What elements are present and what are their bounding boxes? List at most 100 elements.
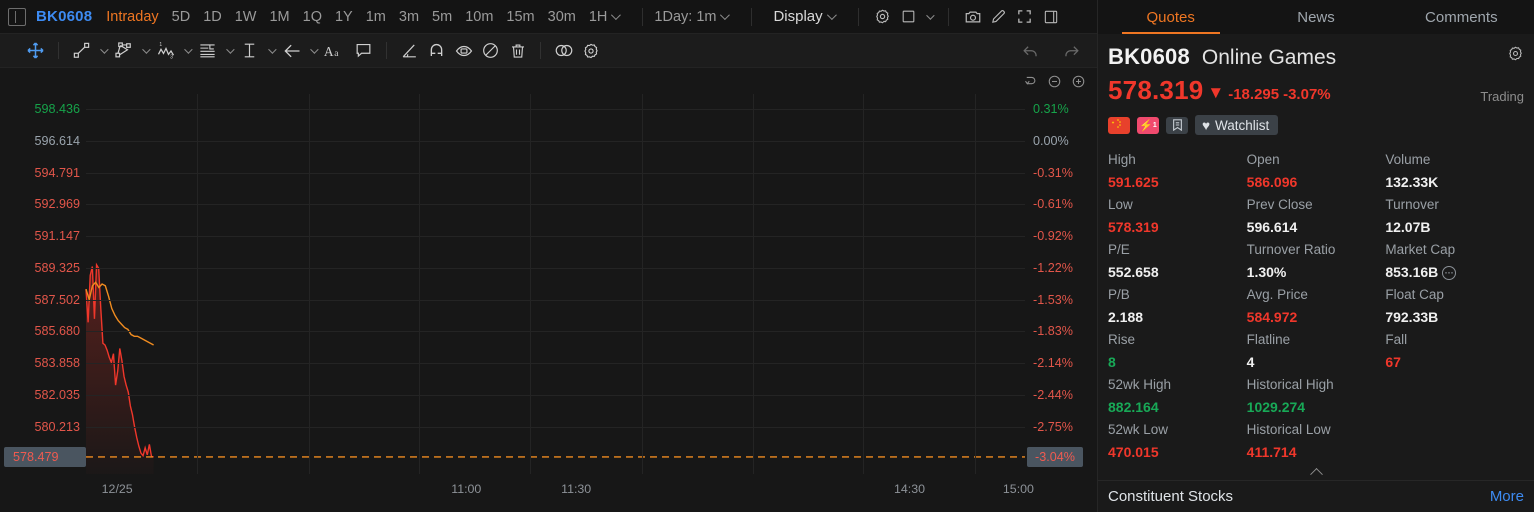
pct-axis-tick: -2.14% — [1033, 356, 1073, 371]
stat-value-low: 578.319 — [1108, 219, 1159, 235]
x-axis-tick: 11:30 — [561, 482, 592, 496]
stat-label-low: Low — [1108, 197, 1133, 212]
visibility-lock-icon[interactable] — [450, 38, 477, 64]
wave-icon[interactable]: 1 3 — [152, 38, 179, 64]
price-area-fill — [86, 264, 154, 474]
timeframe-1m[interactable]: 1M — [269, 9, 289, 25]
magnet-icon[interactable] — [423, 38, 450, 64]
chevron-down-icon — [611, 10, 622, 21]
change-percent: -3.07% — [1283, 86, 1331, 103]
timeframe-15m[interactable]: 15m — [506, 9, 534, 25]
chart-canvas[interactable]: 598.436 596.614 594.791 592.969 591.147 589.3… — [0, 68, 1097, 512]
price-row: 578.319 ▼ -18.295 -3.07% Trading — [1108, 75, 1524, 106]
china-flag-icon — [1108, 116, 1130, 134]
plot-region[interactable] — [86, 94, 1025, 474]
tools-settings-icon[interactable] — [577, 38, 604, 64]
svg-text:A: A — [324, 44, 334, 59]
y-axis-tick: 587.502 — [34, 292, 80, 307]
timeframe-1w[interactable]: 1W — [235, 9, 257, 25]
price-line-chart — [86, 94, 1025, 474]
undo-redo-group — [1017, 34, 1085, 68]
fullscreen-icon[interactable] — [1012, 4, 1038, 30]
y-axis-tick: 589.325 — [34, 260, 80, 275]
display-dropdown[interactable]: Display — [773, 8, 837, 25]
zoom-out-icon[interactable] — [1046, 73, 1063, 90]
settings-gear-icon[interactable] — [870, 4, 896, 30]
timeframe-1y[interactable]: 1Y — [335, 9, 353, 25]
timeframe-1d[interactable]: 1D — [203, 9, 222, 25]
stat-value-fall: 67 — [1385, 354, 1401, 370]
chart-zoom-controls — [1022, 73, 1087, 90]
text-lines-icon[interactable] — [194, 38, 221, 64]
arrow-left-icon[interactable] — [278, 38, 305, 64]
trend-line-icon[interactable] — [68, 38, 95, 64]
text-lines-chevron[interactable] — [221, 38, 236, 64]
gridline-horizontal — [86, 172, 1025, 174]
timeframe-10m[interactable]: 10m — [465, 9, 493, 25]
gear-icon[interactable] — [1507, 45, 1524, 67]
polyline-chevron[interactable] — [137, 38, 152, 64]
stat-label-empty — [1385, 418, 1524, 441]
zoom-in-icon[interactable] — [1070, 73, 1087, 90]
stat-value-p-e: 552.658 — [1108, 264, 1159, 280]
level1-bolt-icon[interactable]: ⚡ 1 — [1137, 116, 1159, 134]
trend-line-chevron[interactable] — [95, 38, 110, 64]
x-axis-tick: 14:30 — [893, 482, 926, 496]
hour-dropdown[interactable]: 1H — [588, 8, 622, 25]
trash-icon[interactable] — [504, 38, 531, 64]
watchlist-button[interactable]: ♥ Watchlist — [1195, 115, 1279, 135]
crosshair-move-icon[interactable] — [22, 38, 49, 64]
tab-quotes[interactable]: Quotes — [1098, 0, 1243, 34]
more-link[interactable]: More — [1490, 488, 1524, 505]
chart-type-chevron[interactable] — [922, 4, 937, 30]
timeframe-1m[interactable]: 1m — [366, 9, 386, 25]
redo-icon[interactable] — [1058, 38, 1085, 64]
tab-comments[interactable]: Comments — [1389, 0, 1534, 34]
panel-left-icon[interactable] — [8, 7, 26, 26]
gridline-horizontal — [86, 109, 1025, 111]
undo-icon[interactable] — [1017, 38, 1044, 64]
comment-icon[interactable] — [350, 38, 377, 64]
stat-value-high: 591.625 — [1108, 174, 1159, 190]
arrow-left-chevron[interactable] — [305, 38, 320, 64]
symbol-code: BK0608 — [1108, 44, 1190, 69]
vertical-range-icon[interactable] — [236, 38, 263, 64]
chevron-up-icon[interactable] — [1108, 463, 1524, 481]
timeframe-5d[interactable]: 5D — [172, 9, 191, 25]
stat-value-52wk-high: 882.164 — [1108, 399, 1159, 415]
drawing-toolbar: 1 3 A a — [0, 34, 1097, 68]
timeframe-30m[interactable]: 30m — [548, 9, 576, 25]
chevron-down-icon — [826, 10, 837, 21]
y-axis-tick: 592.969 — [34, 197, 80, 212]
timeframe-3m[interactable]: 3m — [399, 9, 419, 25]
vertical-range-chevron[interactable] — [263, 38, 278, 64]
app-root: BK0608 Intraday 5D 1D 1W 1M 1Q 1Y 1m 3m 5m 10m 15m 3… — [0, 0, 1534, 512]
polyline-icon[interactable] — [110, 38, 137, 64]
camera-icon[interactable] — [960, 4, 986, 30]
chevron-down-icon — [720, 10, 731, 21]
square-chart-type-icon[interactable] — [896, 4, 922, 30]
wave-chevron[interactable] — [179, 38, 194, 64]
font-size-icon[interactable]: A a — [320, 38, 350, 64]
price-axis: 598.436 596.614 594.791 592.969 591.147 589.3… — [0, 94, 86, 474]
pencil-icon[interactable] — [986, 4, 1012, 30]
timeframe-5m[interactable]: 5m — [432, 9, 452, 25]
range-dropdown[interactable]: 1Day: 1m — [654, 9, 731, 25]
note-icon[interactable] — [1166, 116, 1188, 134]
quote-stats-grid: High Open Volume 591.625 586.096 132.33K Low Pr… — [1108, 148, 1524, 463]
gridline-horizontal — [86, 267, 1025, 269]
timeframe-1q[interactable]: 1Q — [303, 9, 322, 25]
change-value: -18.295 — [1228, 86, 1280, 103]
quote-body: BK0608 Online Games 578.319 ▼ -18.295 -3… — [1098, 34, 1534, 481]
angle-icon[interactable] — [396, 38, 423, 64]
no-drawings-icon[interactable] — [477, 38, 504, 64]
divider — [540, 42, 541, 59]
sidebar-toggle-icon[interactable] — [1038, 4, 1064, 30]
more-dots-icon[interactable]: ··· — [1442, 266, 1457, 280]
topbar-symbol[interactable]: BK0608 — [36, 8, 92, 25]
reset-zoom-icon[interactable] — [1022, 73, 1039, 90]
hour-dropdown-label: 1H — [588, 8, 608, 25]
tab-news[interactable]: News — [1243, 0, 1388, 34]
overlay-icon[interactable] — [550, 38, 577, 64]
timeframe-intraday[interactable]: Intraday — [106, 9, 158, 25]
